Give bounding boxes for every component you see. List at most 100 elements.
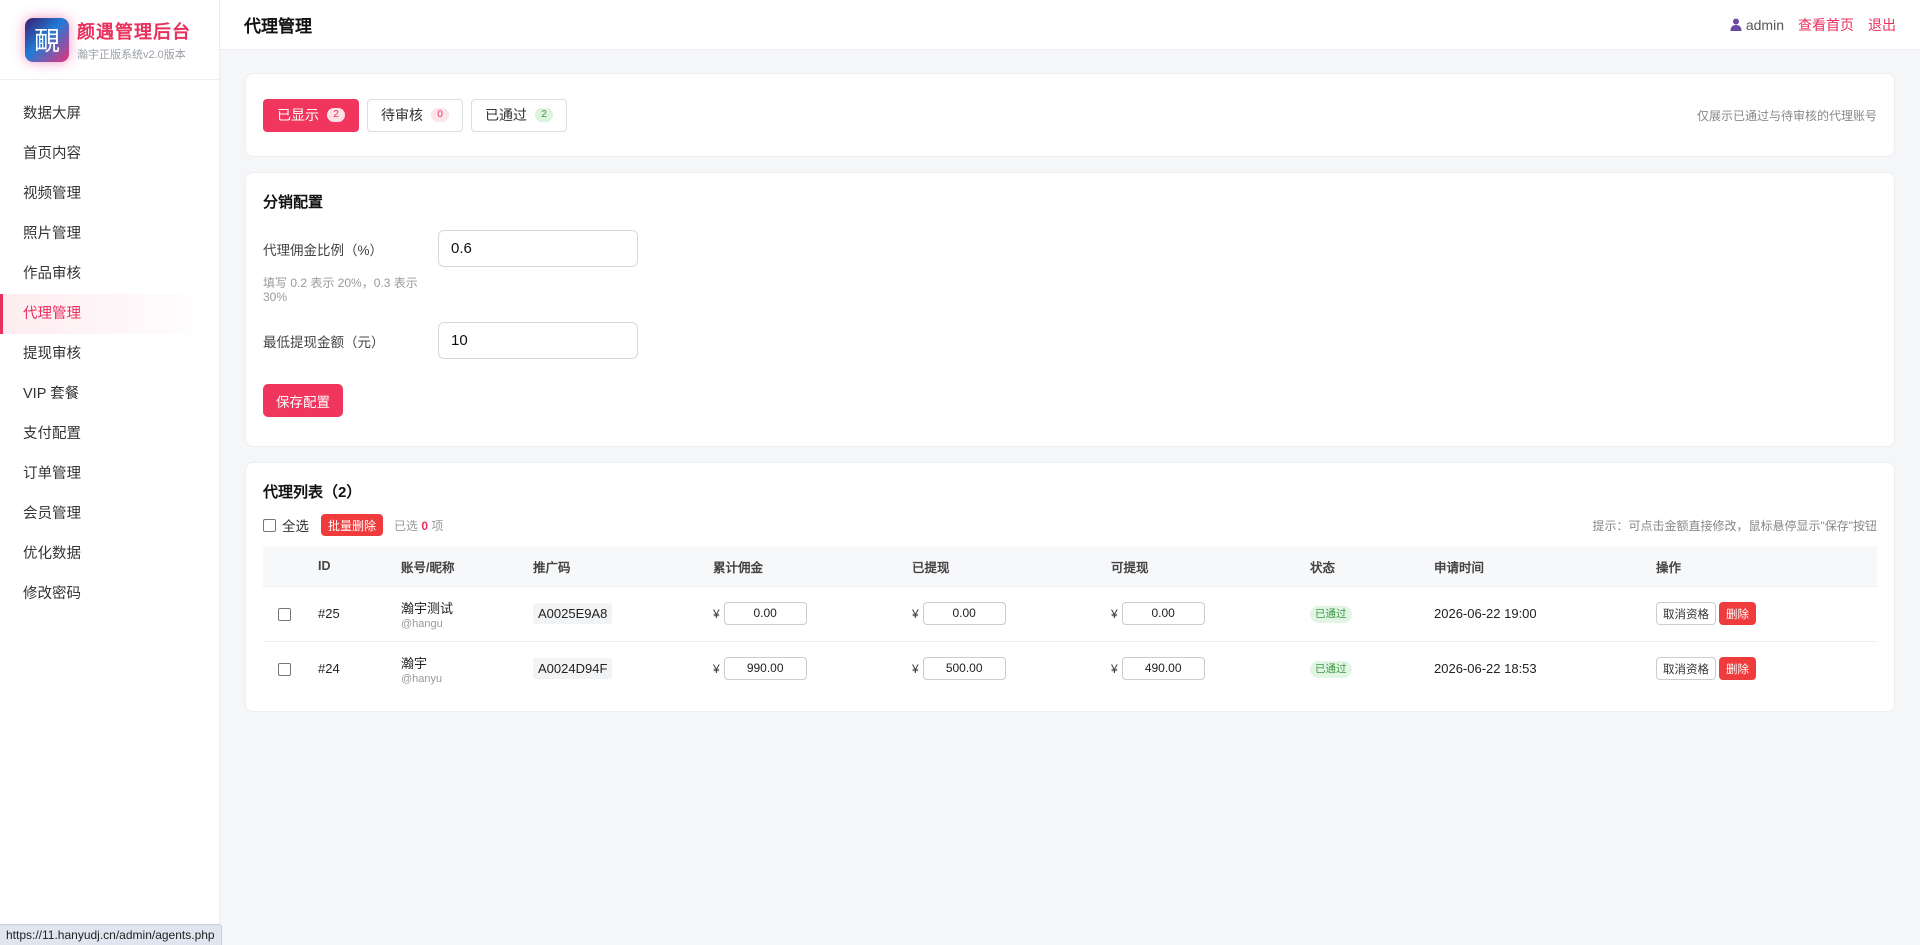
agent-table: ID 账号/昵称 推广码 累计佣金 已提现 可提现 状态 申请时间 操作 #25… xyxy=(263,547,1877,696)
sidebar: 靦 颜遇管理后台 瀚宇正版系统v2.0版本 数据大屏 首页内容 视频管理 照片管… xyxy=(0,0,220,945)
distribution-config-card: 分销配置 代理佣金比例（%） 填写 0.2 表示 20%，0.3 表示 30% … xyxy=(245,172,1895,447)
sidebar-item-members[interactable]: 会员管理 xyxy=(0,494,219,534)
config-title: 分销配置 xyxy=(263,194,324,211)
batch-delete-button[interactable]: 批量删除 xyxy=(321,514,384,536)
currency-symbol: ¥ xyxy=(713,606,720,621)
logo: 靦 xyxy=(25,17,69,62)
currency-symbol: ¥ xyxy=(1111,606,1118,621)
available-input[interactable]: 0.00 xyxy=(1121,602,1205,625)
sidebar-item-videos[interactable]: 视频管理 xyxy=(0,174,219,214)
withdrawn-input[interactable]: 0.00 xyxy=(922,602,1006,625)
tabs-note: 仅展示已通过与待审核的代理账号 xyxy=(1696,108,1877,123)
tab-count-badge: 2 xyxy=(327,108,345,122)
sidebar-item-home-content[interactable]: 首页内容 xyxy=(0,134,219,174)
tab-label: 已通过 xyxy=(485,107,527,123)
sidebar-item-withdraw-review[interactable]: 提现审核 xyxy=(0,334,219,374)
row-checkbox[interactable] xyxy=(278,608,291,622)
row-apply-time: 2026-06-22 18:53 xyxy=(1434,661,1537,677)
status-badge: 已通过 xyxy=(1310,605,1352,623)
delete-button[interactable]: 删除 xyxy=(1719,602,1756,625)
selected-number: 0 xyxy=(421,518,429,533)
row-id: #25 xyxy=(318,606,340,621)
sidebar-item-payment-config[interactable]: 支付配置 xyxy=(0,414,219,454)
tab-label: 待审核 xyxy=(381,107,423,123)
col-status: 状态 xyxy=(1310,560,1336,575)
commission-input[interactable] xyxy=(438,230,638,267)
col-promo-code: 推广码 xyxy=(533,560,571,575)
row-promo-code: A0025E9A8 xyxy=(533,603,613,624)
cancel-qualification-button[interactable]: 取消资格 xyxy=(1656,657,1716,681)
view-home-link[interactable]: 查看首页 xyxy=(1798,15,1854,35)
select-all-label[interactable]: 全选 xyxy=(282,515,309,535)
row-nickname: 瀚宇 xyxy=(401,655,428,671)
logout-link[interactable]: 退出 xyxy=(1868,15,1896,35)
current-user: admin xyxy=(1730,17,1784,33)
withdrawn-input[interactable]: 500.00 xyxy=(922,657,1006,681)
tab-count-badge: 2 xyxy=(535,108,553,122)
agent-list-card: 代理列表（2） 全选 批量删除 已选 0 项 提示：可点击金额直接修改，鼠标悬停… xyxy=(245,462,1895,712)
delete-button[interactable]: 删除 xyxy=(1719,657,1756,681)
currency-symbol: ¥ xyxy=(1111,661,1118,676)
brand-subtitle: 瀚宇正版系统v2.0版本 xyxy=(77,48,186,61)
save-config-button[interactable]: 保存配置 xyxy=(263,384,343,417)
tab-approved[interactable]: 已通过 2 xyxy=(471,98,567,132)
currency-symbol: ¥ xyxy=(713,661,720,676)
table-header-row: ID 账号/昵称 推广码 累计佣金 已提现 可提现 状态 申请时间 操作 xyxy=(263,547,1877,586)
selected-suffix: 项 xyxy=(431,518,444,533)
min-withdraw-input[interactable] xyxy=(438,322,638,359)
commission-hint: 填写 0.2 表示 20%，0.3 表示 30% xyxy=(263,276,418,304)
sidebar-item-works-review[interactable]: 作品审核 xyxy=(0,254,219,294)
row-checkbox[interactable] xyxy=(278,663,291,677)
col-withdrawn: 已提现 xyxy=(912,560,950,575)
commission-label: 代理佣金比例（%） xyxy=(263,242,384,258)
filter-tabs-card: 已显示 2 待审核 0 已通过 2 仅展示已通过与待审核的代理账号 xyxy=(245,73,1895,157)
brand[interactable]: 靦 颜遇管理后台 瀚宇正版系统v2.0版本 xyxy=(0,0,219,80)
cancel-qualification-button[interactable]: 取消资格 xyxy=(1656,602,1716,625)
row-id: #24 xyxy=(318,661,340,677)
user-icon xyxy=(1730,18,1742,31)
filter-tabs: 已显示 2 待审核 0 已通过 2 xyxy=(263,98,575,132)
sidebar-item-orders[interactable]: 订单管理 xyxy=(0,454,219,494)
browser-status-url: https://11.hanyudj.cn/admin/agents.php xyxy=(0,924,222,945)
col-actions: 操作 xyxy=(1656,560,1682,575)
col-account: 账号/昵称 xyxy=(401,560,455,575)
available-input[interactable]: 490.00 xyxy=(1121,657,1205,681)
topbar: 代理管理 admin 查看首页 退出 xyxy=(220,0,1920,50)
col-apply-time: 申请时间 xyxy=(1434,560,1485,575)
sidebar-item-agents[interactable]: 代理管理 xyxy=(0,294,219,334)
table-row: #25 瀚宇测试 @hangu A0025E9A8 ¥0.00 ¥0.00 ¥0… xyxy=(263,586,1877,641)
toolbar-tip: 提示：可点击金额直接修改，鼠标悬停显示"保存"按钮 xyxy=(1592,518,1877,533)
row-account: @hanyu xyxy=(401,672,443,685)
main-content: 已显示 2 待审核 0 已通过 2 仅展示已通过与待审核的代理账号 分销配置 代… xyxy=(245,73,1895,727)
col-total-commission: 累计佣金 xyxy=(713,560,764,575)
row-promo-code: A0024D94F xyxy=(533,658,613,680)
tab-pending[interactable]: 待审核 0 xyxy=(367,98,463,132)
sidebar-item-vip-plans[interactable]: VIP 套餐 xyxy=(0,374,219,414)
tab-count-badge: 0 xyxy=(431,108,449,122)
col-id: ID xyxy=(318,559,331,574)
min-withdraw-label: 最低提现金额（元） xyxy=(263,334,385,350)
sidebar-item-photos[interactable]: 照片管理 xyxy=(0,214,219,254)
sidebar-item-optimize-data[interactable]: 优化数据 xyxy=(0,534,219,574)
list-title: 代理列表（2） xyxy=(263,484,362,501)
table-row: #24 瀚宇 @hanyu A0024D94F ¥990.00 ¥500.00 … xyxy=(263,641,1877,696)
selected-count: 已选 0 项 xyxy=(394,517,443,534)
username: admin xyxy=(1745,16,1784,33)
selected-prefix: 已选 xyxy=(394,518,419,533)
row-nickname: 瀚宇测试 xyxy=(401,600,454,616)
brand-title: 颜遇管理后台 xyxy=(77,21,191,42)
total-commission-input[interactable]: 0.00 xyxy=(723,602,807,625)
currency-symbol: ¥ xyxy=(912,606,919,621)
row-account: @hangu xyxy=(401,617,443,630)
total-commission-input[interactable]: 990.00 xyxy=(723,657,807,681)
status-badge: 已通过 xyxy=(1310,660,1352,678)
sidebar-item-change-password[interactable]: 修改密码 xyxy=(0,574,219,614)
col-available: 可提现 xyxy=(1111,560,1149,575)
row-apply-time: 2026-06-22 19:00 xyxy=(1434,606,1537,621)
page-title: 代理管理 xyxy=(244,17,312,36)
sidebar-nav: 数据大屏 首页内容 视频管理 照片管理 作品审核 代理管理 提现审核 VIP 套… xyxy=(0,80,219,614)
sidebar-item-dashboard[interactable]: 数据大屏 xyxy=(0,94,219,134)
tab-shown[interactable]: 已显示 2 xyxy=(263,98,359,132)
select-all-checkbox[interactable] xyxy=(263,518,276,532)
currency-symbol: ¥ xyxy=(912,661,919,676)
